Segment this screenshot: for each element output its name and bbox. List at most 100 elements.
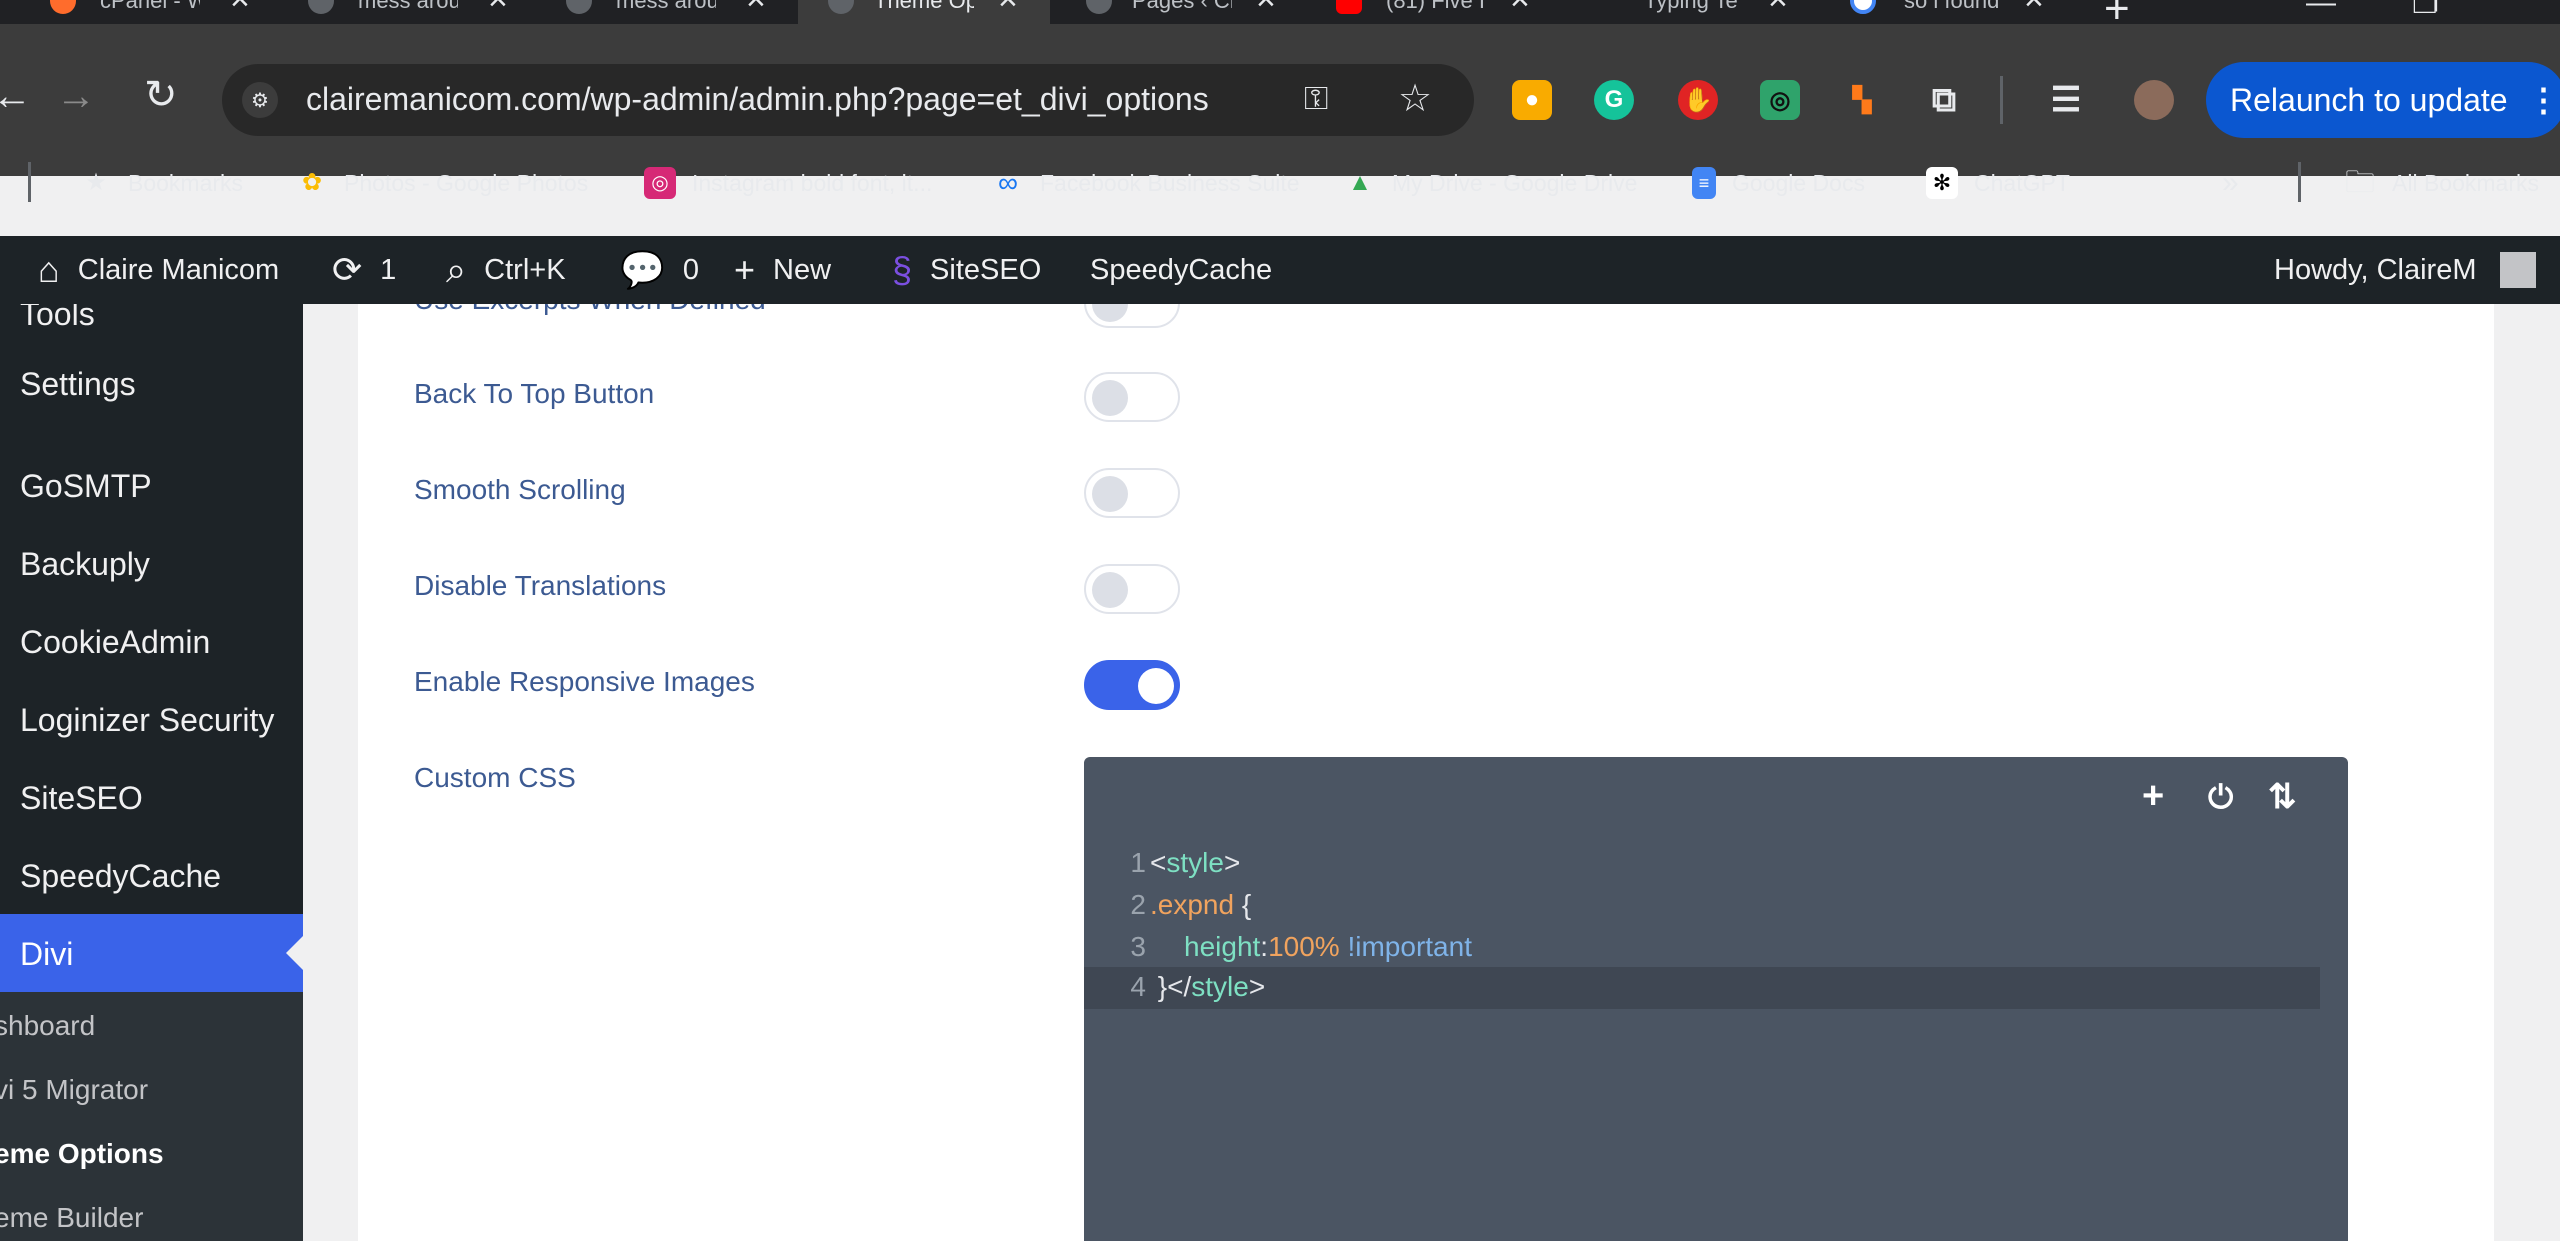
submenu-theme-options[interactable]: eme Options <box>0 1138 164 1170</box>
url-text[interactable]: clairemanicom.com/wp-admin/admin.php?pag… <box>306 81 1209 118</box>
sidebar-item-speedycache[interactable]: SpeedyCache <box>20 858 221 895</box>
sidebar-item-loginizer[interactable]: Loginizer Security <box>20 702 274 739</box>
sidebar-item-backuply[interactable]: Backuply <box>20 546 150 583</box>
close-icon[interactable]: × <box>1768 0 1788 19</box>
google-docs-icon: ≡ <box>1692 167 1716 199</box>
updates-icon: ⟳ <box>332 249 363 290</box>
adblock-extension-icon[interactable]: ✋ <box>1678 80 1718 120</box>
browser-tab[interactable]: Typing Te × <box>1568 0 1818 24</box>
grammarly-extension-icon[interactable]: G <box>1594 80 1634 120</box>
cpanel-icon <box>50 0 76 14</box>
password-key-icon[interactable]: ⚿ <box>1304 80 1328 118</box>
bookmark-item[interactable]: ✿ Photos - Google Photos <box>296 158 588 208</box>
forward-arrow-icon[interactable]: → <box>56 74 96 119</box>
browser-tab[interactable]: (81) Five I × <box>1310 0 1560 24</box>
user-avatar[interactable] <box>2500 252 2536 288</box>
toggle-disable-translations[interactable] <box>1084 564 1180 614</box>
toggle-knob <box>1092 380 1128 416</box>
restore-icon[interactable]: ❐ <box>2412 0 2439 21</box>
site-info-icon[interactable]: ⚙ <box>242 82 278 118</box>
tab-title: so i found <box>1904 0 2000 13</box>
code-line-active[interactable]: 4 }</style> <box>1084 967 2320 1009</box>
close-icon[interactable]: × <box>1510 0 1530 19</box>
close-icon[interactable]: × <box>746 0 766 19</box>
sidebar-item-siteseo[interactable]: SiteSEO <box>20 780 143 817</box>
browser-tab-active[interactable]: Theme Op × <box>798 0 1050 24</box>
submenu-dashboard[interactable]: shboard <box>0 1010 95 1042</box>
sidebar-item-gosmtp[interactable]: GoSMTP <box>20 468 152 505</box>
toggle-responsive-images[interactable] <box>1084 660 1180 710</box>
power-icon[interactable]: ⏻ <box>2208 779 2233 817</box>
submenu-divi5-migrator[interactable]: vi 5 Migrator <box>0 1074 148 1106</box>
site-name-link[interactable]: ⌂ Claire Manicom <box>38 236 279 304</box>
submenu-theme-builder[interactable]: eme Builder <box>0 1202 143 1234</box>
close-icon[interactable]: × <box>2024 0 2044 19</box>
tab-title: mess arou <box>358 0 458 13</box>
more-vertical-icon[interactable]: ⋮ <box>2528 81 2560 119</box>
extensions-puzzle-icon[interactable]: ⧉ <box>1924 80 1964 120</box>
toggle-smooth-scrolling[interactable] <box>1084 468 1180 518</box>
bookmark-item[interactable]: ∞ Facebook Business Suite <box>992 158 1300 208</box>
bookmark-star-icon[interactable]: ☆ <box>1398 76 1432 121</box>
toggle-back-to-top[interactable] <box>1084 372 1180 422</box>
speedycache-link[interactable]: SpeedyCache <box>1090 236 1272 304</box>
bookmark-item[interactable]: ≡ Google Docs <box>1692 158 1865 208</box>
code-line[interactable]: 2 .expnd { <box>1084 885 2320 927</box>
browser-tab[interactable]: cPanel - W × <box>20 0 270 24</box>
sidebar-item-cookieadmin[interactable]: CookieAdmin <box>20 624 210 661</box>
all-bookmarks[interactable]: 🗀 All Bookmarks <box>2344 158 2539 208</box>
google-photos-icon: ✿ <box>301 169 323 196</box>
search-link[interactable]: ⌕ Ctrl+K <box>446 236 566 304</box>
custom-css-editor[interactable]: + ⏻ ⇅ 1 <style> 2 .expnd { 3 height:100%… <box>1084 757 2348 1241</box>
media-queue-icon[interactable]: ☰ <box>2046 80 2086 120</box>
updates-link[interactable]: ⟳ 1 <box>332 236 396 304</box>
close-icon[interactable]: × <box>1256 0 1276 19</box>
youtube-icon <box>1336 0 1362 14</box>
close-icon[interactable]: × <box>230 0 250 19</box>
bookmarks-separator <box>28 162 31 202</box>
divi-submenu: shboard vi 5 Migrator eme Options eme Bu… <box>0 992 303 1241</box>
my-account-link[interactable]: Howdy, ClaireM <box>2274 236 2477 304</box>
option-label-responsive-images: Enable Responsive Images <box>414 666 755 697</box>
bookmark-item[interactable]: ★ Bookmarks <box>80 158 243 208</box>
bookmark-item[interactable]: ✻ ChatGPT <box>1926 158 2070 208</box>
code-line[interactable]: 1 <style> <box>1084 843 2320 885</box>
divi-icon <box>308 0 334 14</box>
instagram-icon: ◎ <box>644 167 676 199</box>
bookmark-label: Google Docs <box>1732 169 1865 196</box>
comments-link[interactable]: 💬 0 <box>620 236 699 304</box>
browser-tab[interactable]: mess arou × <box>536 0 786 24</box>
profile-avatar[interactable] <box>2134 80 2174 120</box>
sort-arrows-icon[interactable]: ⇅ <box>2268 777 2297 817</box>
folder-icon: 🗀 <box>2345 166 2375 199</box>
bookmark-item[interactable]: ▲ My Drive - Google Drive <box>1344 158 1637 208</box>
tab-strip: cPanel - W × mess arou × mess arou × The… <box>0 0 2560 24</box>
green-extension-icon[interactable]: ◎ <box>1760 80 1800 120</box>
reload-icon[interactable]: ↻ <box>144 72 178 118</box>
sidebar-item-divi[interactable]: Divi <box>0 914 303 992</box>
more-bookmarks-chevron-icon[interactable]: » <box>2222 158 2239 208</box>
add-plus-icon[interactable]: + <box>2142 775 2164 818</box>
siteseo-link[interactable]: § SiteSEO <box>892 236 1041 304</box>
new-tab-plus-icon[interactable]: + <box>2104 0 2130 24</box>
orange-extension-icon[interactable]: ▚ <box>1842 80 1882 120</box>
browser-tab[interactable]: mess arou × <box>278 0 528 24</box>
close-icon[interactable]: × <box>488 0 508 19</box>
toggle-excerpts[interactable] <box>1084 304 1180 328</box>
browser-tab[interactable]: so i found × <box>1824 0 2074 24</box>
close-icon[interactable]: × <box>998 0 1018 19</box>
relaunch-button[interactable]: Relaunch to update ⋮ <box>2206 62 2560 138</box>
new-content-link[interactable]: + New <box>734 236 831 304</box>
browser-tab[interactable]: Pages ‹ Cl × <box>1056 0 1306 24</box>
back-arrow-icon[interactable]: ← <box>0 74 32 119</box>
option-label-smooth-scrolling: Smooth Scrolling <box>414 474 626 505</box>
divi-icon <box>828 0 854 14</box>
keep-extension-icon[interactable]: ● <box>1512 80 1552 120</box>
code-line[interactable]: 3 height:100% !important <box>1084 927 2320 969</box>
bookmark-item[interactable]: ◎ Instagram bold font, it... <box>644 158 932 208</box>
line-number: 4 <box>1130 971 1146 1002</box>
sidebar-item-settings[interactable]: Settings <box>20 366 136 403</box>
minimize-icon[interactable]: — <box>2306 0 2336 20</box>
address-bar[interactable]: ⚙ clairemanicom.com/wp-admin/admin.php?p… <box>222 64 1474 136</box>
tab-title: Theme Op <box>874 0 974 13</box>
